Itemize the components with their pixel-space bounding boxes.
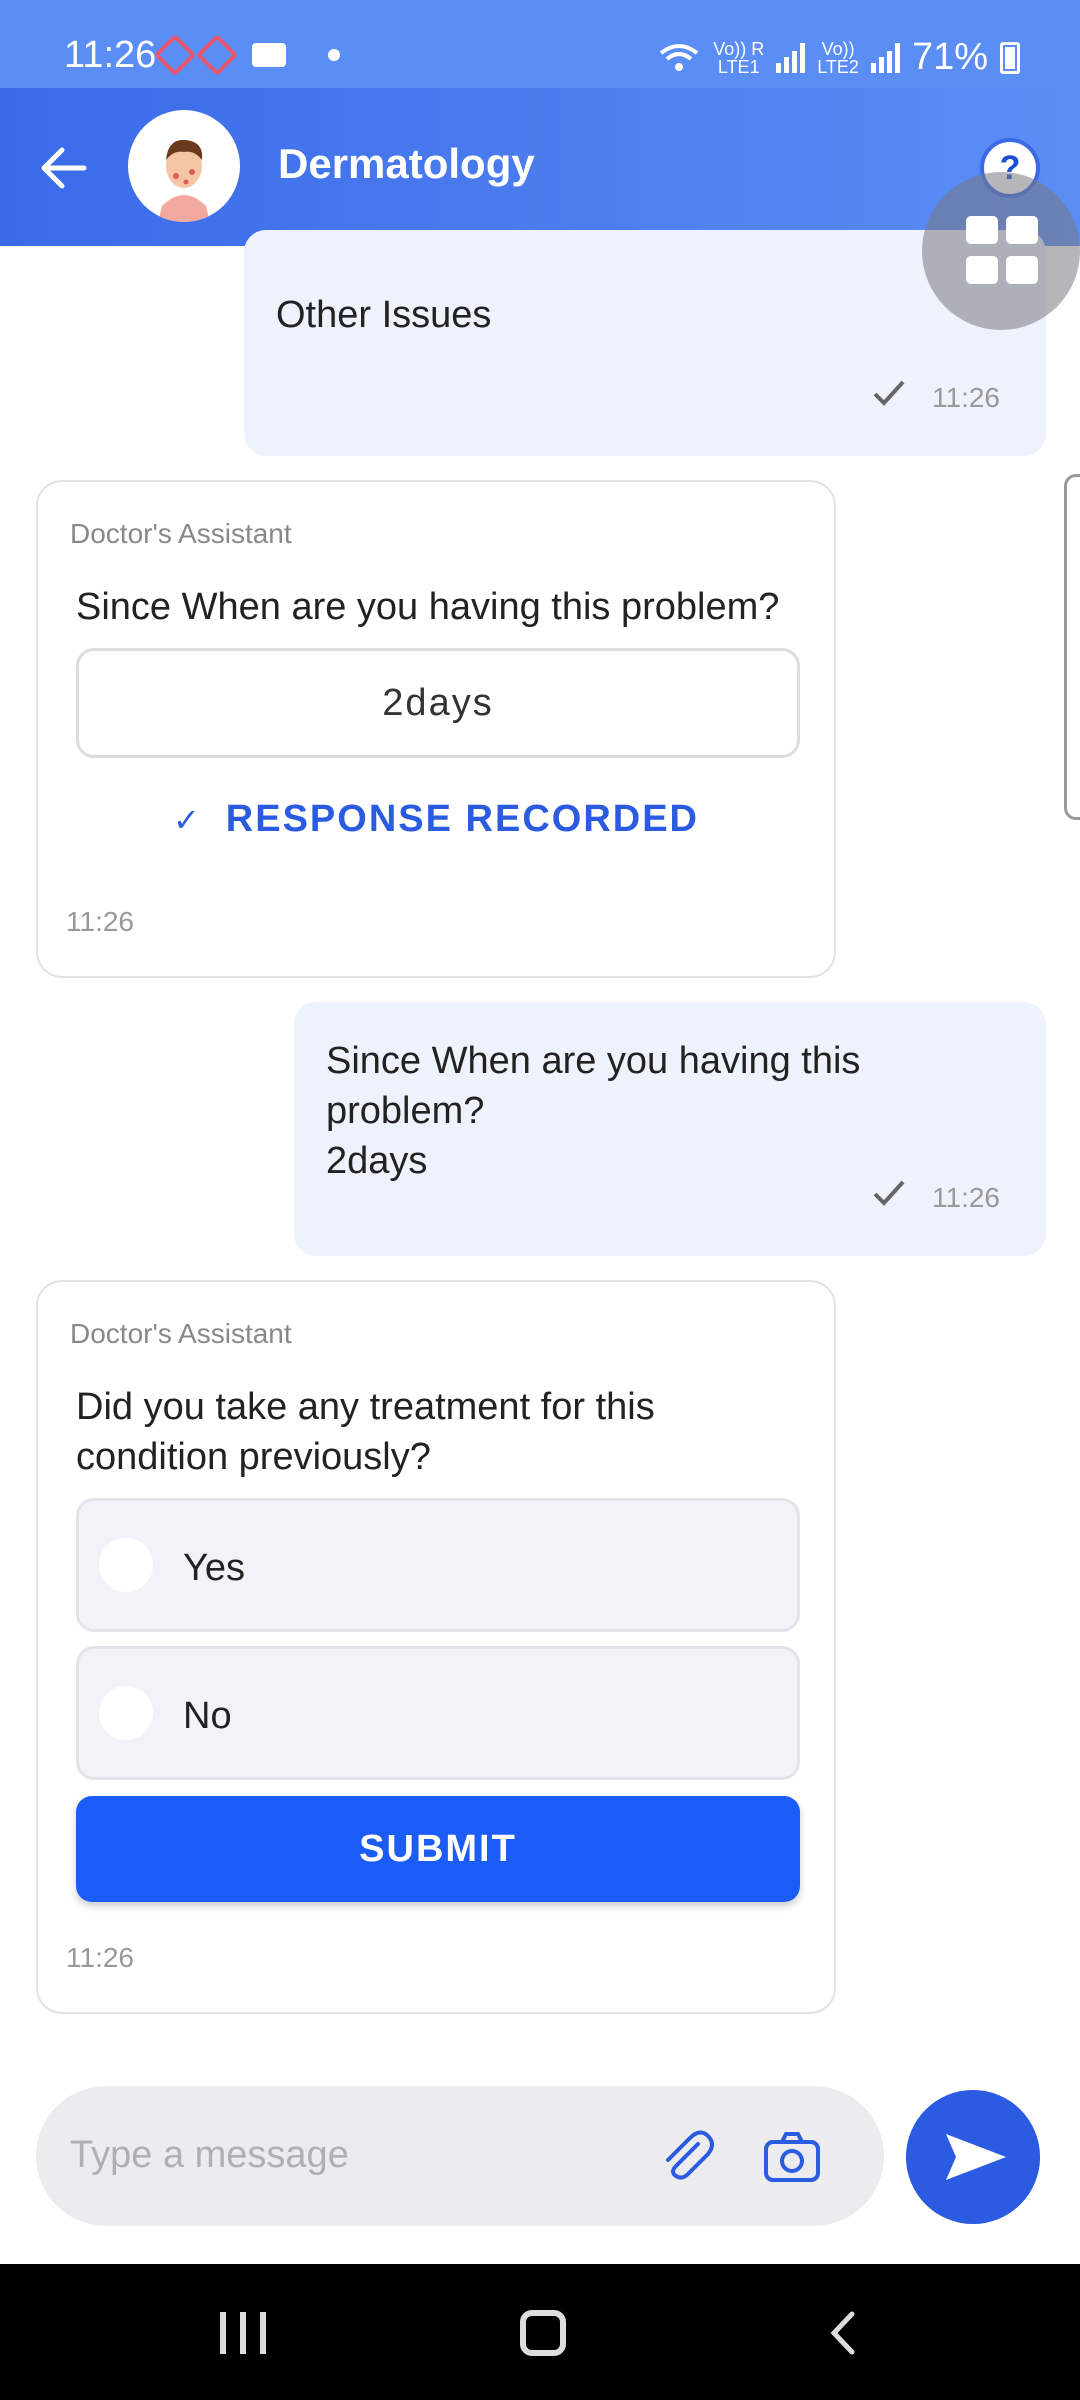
question-text: Since When are you having this problem? [76,586,780,628]
battery-level: 71% [911,36,988,78]
assistant-card: Doctor's Assistant Since When are you ha… [36,480,836,978]
back-icon[interactable] [820,2308,870,2358]
message-input[interactable]: Type a message [70,2134,349,2177]
message-time: 11:26 [932,1182,1000,1213]
answer-field[interactable]: 2days [76,648,800,758]
signal-icon [776,42,806,73]
option-label: No [183,1695,232,1737]
message-time: 11:26 [932,382,1000,413]
message-time: 11:26 [66,1942,134,1973]
submit-button[interactable]: SUBMIT [76,1796,800,1902]
status-time: 11:26 [64,34,157,76]
floating-menu-button[interactable] [922,172,1080,330]
page-title: Dermatology [278,140,535,187]
option-label: Yes [183,1547,245,1589]
radio-button[interactable] [99,1538,153,1592]
message-text: Since When are you having this problem? … [326,1040,861,1182]
question-text: Did you take any treatment for this cond… [76,1386,655,1478]
check-icon [873,380,905,406]
message-text: Other Issues [276,294,492,336]
option-no[interactable]: No [76,1646,800,1780]
check-icon: ✓ [172,802,202,838]
option-yes[interactable]: Yes [76,1498,800,1632]
wifi-icon [660,43,699,71]
back-arrow-icon[interactable] [36,140,92,196]
more-notifications-icon [328,49,340,61]
home-icon[interactable] [520,2310,566,2356]
notification-icons [153,33,340,77]
camera-icon[interactable] [760,2124,824,2188]
paperclip-icon[interactable] [654,2124,718,2188]
user-message: Since When are you having this problem? … [294,1002,1046,1256]
grid-icon [966,216,998,244]
status-text: RESPONSE RECORDED [225,798,699,840]
grid-icon [1006,256,1038,284]
assistant-card: Doctor's Assistant Did you take any trea… [36,1280,836,2014]
avatar[interactable] [128,110,240,222]
status-bar: 11:26 Vo)) R LTE1 Vo)) LTE2 71% [0,0,1080,88]
send-button[interactable] [906,2090,1040,2224]
dermatology-avatar-icon [158,139,210,222]
response-recorded-status: ✓ RESPONSE RECORDED [38,798,834,841]
recents-icon[interactable] [220,2312,266,2354]
grid-icon [1006,216,1038,244]
app-notification-icon [153,33,197,77]
system-navigation-bar [0,2264,1080,2400]
grid-icon [966,256,998,284]
message-input-bar[interactable]: Type a message [36,2086,884,2226]
keyboard-icon [252,43,286,67]
app-bar: Dermatology ? [0,88,1080,246]
sender-name: Doctor's Assistant [70,1318,292,1349]
message-time: 11:26 [66,906,134,937]
app-notification-icon [195,33,239,77]
system-icons: Vo)) R LTE1 Vo)) LTE2 71% [657,36,1020,79]
radio-button[interactable] [99,1686,153,1740]
signal-icon [870,42,900,73]
sim2-label: Vo)) LTE2 [817,38,859,77]
edge-panel-handle[interactable] [1064,474,1080,820]
battery-charging-icon [1000,41,1020,74]
check-icon [873,1180,905,1206]
sender-name: Doctor's Assistant [70,518,292,549]
sim1-label: Vo)) R LTE1 [713,38,765,77]
